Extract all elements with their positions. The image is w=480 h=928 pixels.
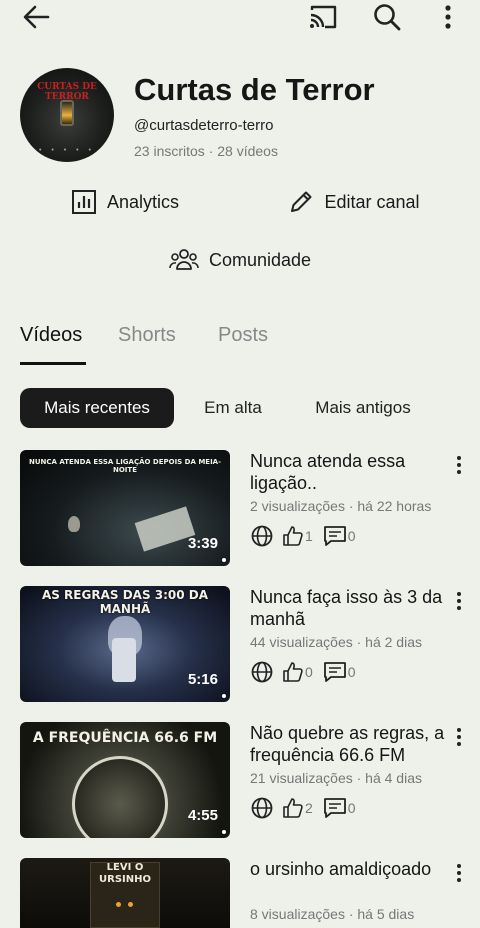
thumbnail-corner-dot [222,558,226,562]
filter-chip-oldest[interactable]: Mais antigos [296,388,430,428]
thumbnail-corner-dot [222,830,226,834]
comment-icon [323,526,346,546]
comment-count: 0 [347,664,356,680]
like-count: 0 [305,664,313,680]
channel-avatar[interactable]: CURTAS DE TERROR • • • • • [20,68,114,162]
comment-icon [323,798,346,818]
thumbnail-eye-right [128,902,133,907]
tab-shorts[interactable]: Shorts [118,324,176,347]
lantern-icon [60,100,74,126]
thumbnail-corner-dot [222,694,226,698]
channel-name: Curtas de Terror [134,72,375,107]
analytics-button[interactable]: Analytics [20,180,230,224]
thumbnail-text: A FREQUÊNCIA 66.6 FM [32,730,218,746]
thumbnail-eye-left [116,902,121,907]
channel-handle: @curtasdeterro-terro [134,117,274,134]
video-stats-row: 0 0 [250,660,366,684]
video-title: Nunca faça isso às 3 da manhã [250,587,443,629]
search-icon[interactable] [372,2,402,32]
community-button[interactable]: Comunidade [20,238,460,282]
video-thumbnail[interactable]: AS REGRAS DAS 3:00 DA MANHÃ 5:16 [20,586,230,702]
video-meta: 2 visualizações · há 22 horas [250,498,432,514]
tab-videos[interactable]: Vídeos [20,324,82,347]
edit-channel-label: Editar canal [324,191,420,212]
video-item[interactable]: LEVI O URSINHO o ursinho amaldiçoado 8 v… [0,858,480,928]
analytics-icon [71,190,96,214]
video-duration: 3:39 [187,535,218,552]
globe-icon [251,525,273,547]
analytics-label: Analytics [106,191,180,212]
cast-icon[interactable] [308,4,338,30]
thumbnail-phone-shape [112,638,136,682]
people-icon [169,249,199,270]
video-duration: 5:16 [187,671,218,688]
thumbs-up-icon [283,526,303,546]
comment-icon [323,662,346,682]
filter-chip-recent[interactable]: Mais recentes [20,388,174,428]
filter-chip-popular[interactable]: Em alta [190,388,276,428]
thumbs-up-icon [283,798,303,818]
video-stats-row: 2 0 [250,796,366,820]
channel-stats: 23 inscritos · 28 vídeos [134,143,278,159]
thumbnail-radio-dial-shape [72,756,168,838]
video-meta: 44 visualizações · há 2 dias [250,634,422,650]
video-item[interactable]: A FREQUÊNCIA 66.6 FM 4:55 Não quebre as … [0,722,480,842]
thumbnail-text: AS REGRAS DAS 3:00 DA MANHÃ [41,588,209,617]
avatar-logo-text: CURTAS DE TERROR [37,82,97,102]
more-vertical-icon[interactable] [452,590,466,612]
active-tab-indicator [20,362,86,365]
comment-count: 0 [347,800,356,816]
globe-icon [251,797,273,819]
video-title: Não quebre as regras, a frequência 66.6 … [250,723,445,765]
thumbnail-skull-shape [68,516,80,532]
channel-tabs: Vídeos Shorts Posts [20,320,460,366]
arrow-left-icon[interactable] [22,4,50,30]
thumbnail-text: NUNCA ATENDA ESSA LIGAÇÃO DEPOIS DA MEIA… [28,458,222,475]
globe-icon [251,661,273,683]
video-thumbnail[interactable]: A FREQUÊNCIA 66.6 FM 4:55 [20,722,230,838]
more-vertical-icon[interactable] [438,2,458,32]
video-meta: 21 visualizações · há 4 dias [250,770,422,786]
pencil-icon [291,191,312,212]
video-duration: 4:55 [187,807,218,824]
video-thumbnail[interactable]: LEVI O URSINHO [20,858,230,928]
video-title: Nunca atenda essa ligação.. [250,451,406,493]
community-label: Comunidade [208,249,312,270]
video-title: o ursinho amaldiçoado [250,859,432,879]
avatar-dots: • • • • • [38,147,96,154]
video-thumbnail[interactable]: NUNCA ATENDA ESSA LIGAÇÃO DEPOIS DA MEIA… [20,450,230,566]
video-item[interactable]: AS REGRAS DAS 3:00 DA MANHÃ 5:16 Nunca f… [0,586,480,706]
like-count: 2 [305,800,313,816]
video-meta: 8 visualizações · há 5 dias [250,906,415,922]
video-item[interactable]: NUNCA ATENDA ESSA LIGAÇÃO DEPOIS DA MEIA… [0,450,480,570]
like-count: 1 [305,528,313,544]
thumbnail-phone-shape [134,506,196,552]
video-stats-row: 1 0 [250,524,366,548]
more-vertical-icon[interactable] [452,862,466,884]
tab-posts[interactable]: Posts [218,324,268,347]
top-app-bar [0,0,480,34]
more-vertical-icon[interactable] [452,454,466,476]
more-vertical-icon[interactable] [452,726,466,748]
thumbnail-text: LEVI O URSINHO [99,862,151,885]
edit-channel-button[interactable]: Editar canal [248,180,460,224]
thumbs-up-icon [283,662,303,682]
comment-count: 0 [347,528,356,544]
